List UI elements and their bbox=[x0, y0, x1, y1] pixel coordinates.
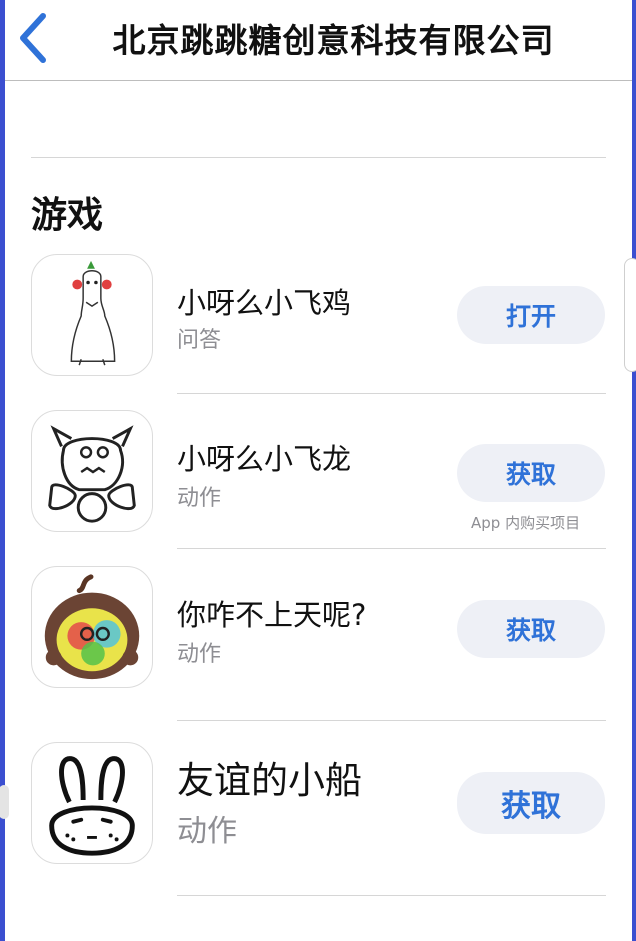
row-divider bbox=[177, 548, 606, 549]
app-name[interactable]: 小呀么小飞鸡 bbox=[177, 280, 351, 322]
row-divider bbox=[177, 895, 606, 896]
app-category: 动作 bbox=[177, 642, 222, 667]
top-divider bbox=[31, 157, 606, 158]
get-button[interactable]: 获取 bbox=[457, 444, 605, 502]
in-app-purchase-note: App 内购买项目 bbox=[471, 514, 581, 532]
get-button[interactable]: 获取 bbox=[457, 600, 605, 658]
page-title: 北京跳跳糖创意科技有限公司 bbox=[112, 21, 555, 60]
rainbow-face-icon[interactable] bbox=[31, 566, 153, 688]
app-name[interactable]: 小呀么小飞龙 bbox=[177, 436, 351, 478]
open-button[interactable]: 打开 bbox=[457, 286, 605, 344]
app-name[interactable]: 友谊的小船 bbox=[177, 750, 362, 804]
chicken-bottle-icon[interactable] bbox=[31, 254, 153, 376]
dragon-doodle-icon[interactable] bbox=[31, 410, 153, 532]
row-divider bbox=[177, 720, 606, 721]
rabbit-face-icon[interactable] bbox=[31, 742, 153, 864]
get-button[interactable]: 获取 bbox=[457, 772, 605, 834]
nav-bar: 北京跳跳糖创意科技有限公司 bbox=[5, 0, 632, 81]
app-category: 动作 bbox=[177, 486, 222, 511]
section-title: 游戏 bbox=[31, 195, 104, 236]
row-divider bbox=[177, 393, 606, 394]
app-category: 动作 bbox=[177, 814, 237, 849]
next-card-peek[interactable] bbox=[624, 258, 636, 372]
app-category: 问答 bbox=[177, 328, 222, 353]
prev-card-peek[interactable] bbox=[0, 785, 9, 819]
app-name[interactable]: 你咋不上天呢? bbox=[177, 592, 366, 634]
